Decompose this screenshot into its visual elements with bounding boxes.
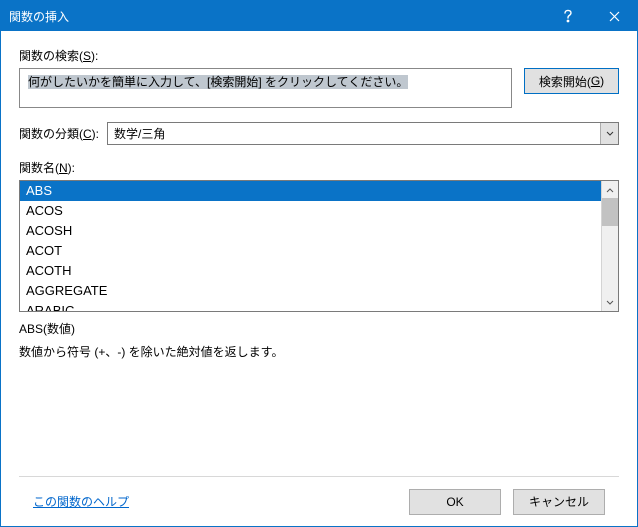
close-button[interactable] xyxy=(591,1,637,31)
help-button[interactable] xyxy=(545,1,591,31)
search-input[interactable]: 何がしたいかを簡単に入力して、[検索開始] をクリックしてください。 xyxy=(19,68,512,108)
window-title: 関数の挿入 xyxy=(9,8,545,25)
search-label: 関数の検索(S): xyxy=(19,47,619,64)
dialog-footer: この関数のヘルプ OK キャンセル xyxy=(19,476,619,526)
search-start-button[interactable]: 検索開始(G) xyxy=(524,68,619,94)
help-link[interactable]: この関数のヘルプ xyxy=(33,493,397,510)
ok-button[interactable]: OK xyxy=(409,489,501,515)
scrollbar-track[interactable] xyxy=(602,198,618,294)
list-item[interactable]: ARABIC xyxy=(20,301,601,311)
function-description: 数値から符号 (+、-) を除いた絶対値を返します。 xyxy=(19,343,619,360)
list-item[interactable]: ACOTH xyxy=(20,261,601,281)
list-item[interactable]: ACOSH xyxy=(20,221,601,241)
category-label: 関数の分類(C): xyxy=(19,125,99,142)
function-signature: ABS(数値) xyxy=(19,320,619,337)
scrollbar-thumb[interactable] xyxy=(602,198,618,226)
scrollbar[interactable] xyxy=(601,181,618,311)
list-item[interactable]: ABS xyxy=(20,181,601,201)
list-item[interactable]: AGGREGATE xyxy=(20,281,601,301)
insert-function-dialog: 関数の挿入 関数の検索(S): 何がしたいかを簡単に入力して、[検索開始] をク… xyxy=(0,0,638,527)
titlebar[interactable]: 関数の挿入 xyxy=(1,1,637,31)
chevron-down-icon[interactable] xyxy=(600,123,618,144)
cancel-button[interactable]: キャンセル xyxy=(513,489,605,515)
category-value: 数学/三角 xyxy=(108,123,600,144)
scroll-up-icon[interactable] xyxy=(602,181,618,198)
function-list-label: 関数名(N): xyxy=(19,159,619,176)
function-listbox[interactable]: ABSACOSACOSHACOTACOTHAGGREGATEARABIC xyxy=(19,180,619,312)
list-item[interactable]: ACOS xyxy=(20,201,601,221)
scroll-down-icon[interactable] xyxy=(602,294,618,311)
category-select[interactable]: 数学/三角 xyxy=(107,122,619,145)
list-item[interactable]: ACOT xyxy=(20,241,601,261)
